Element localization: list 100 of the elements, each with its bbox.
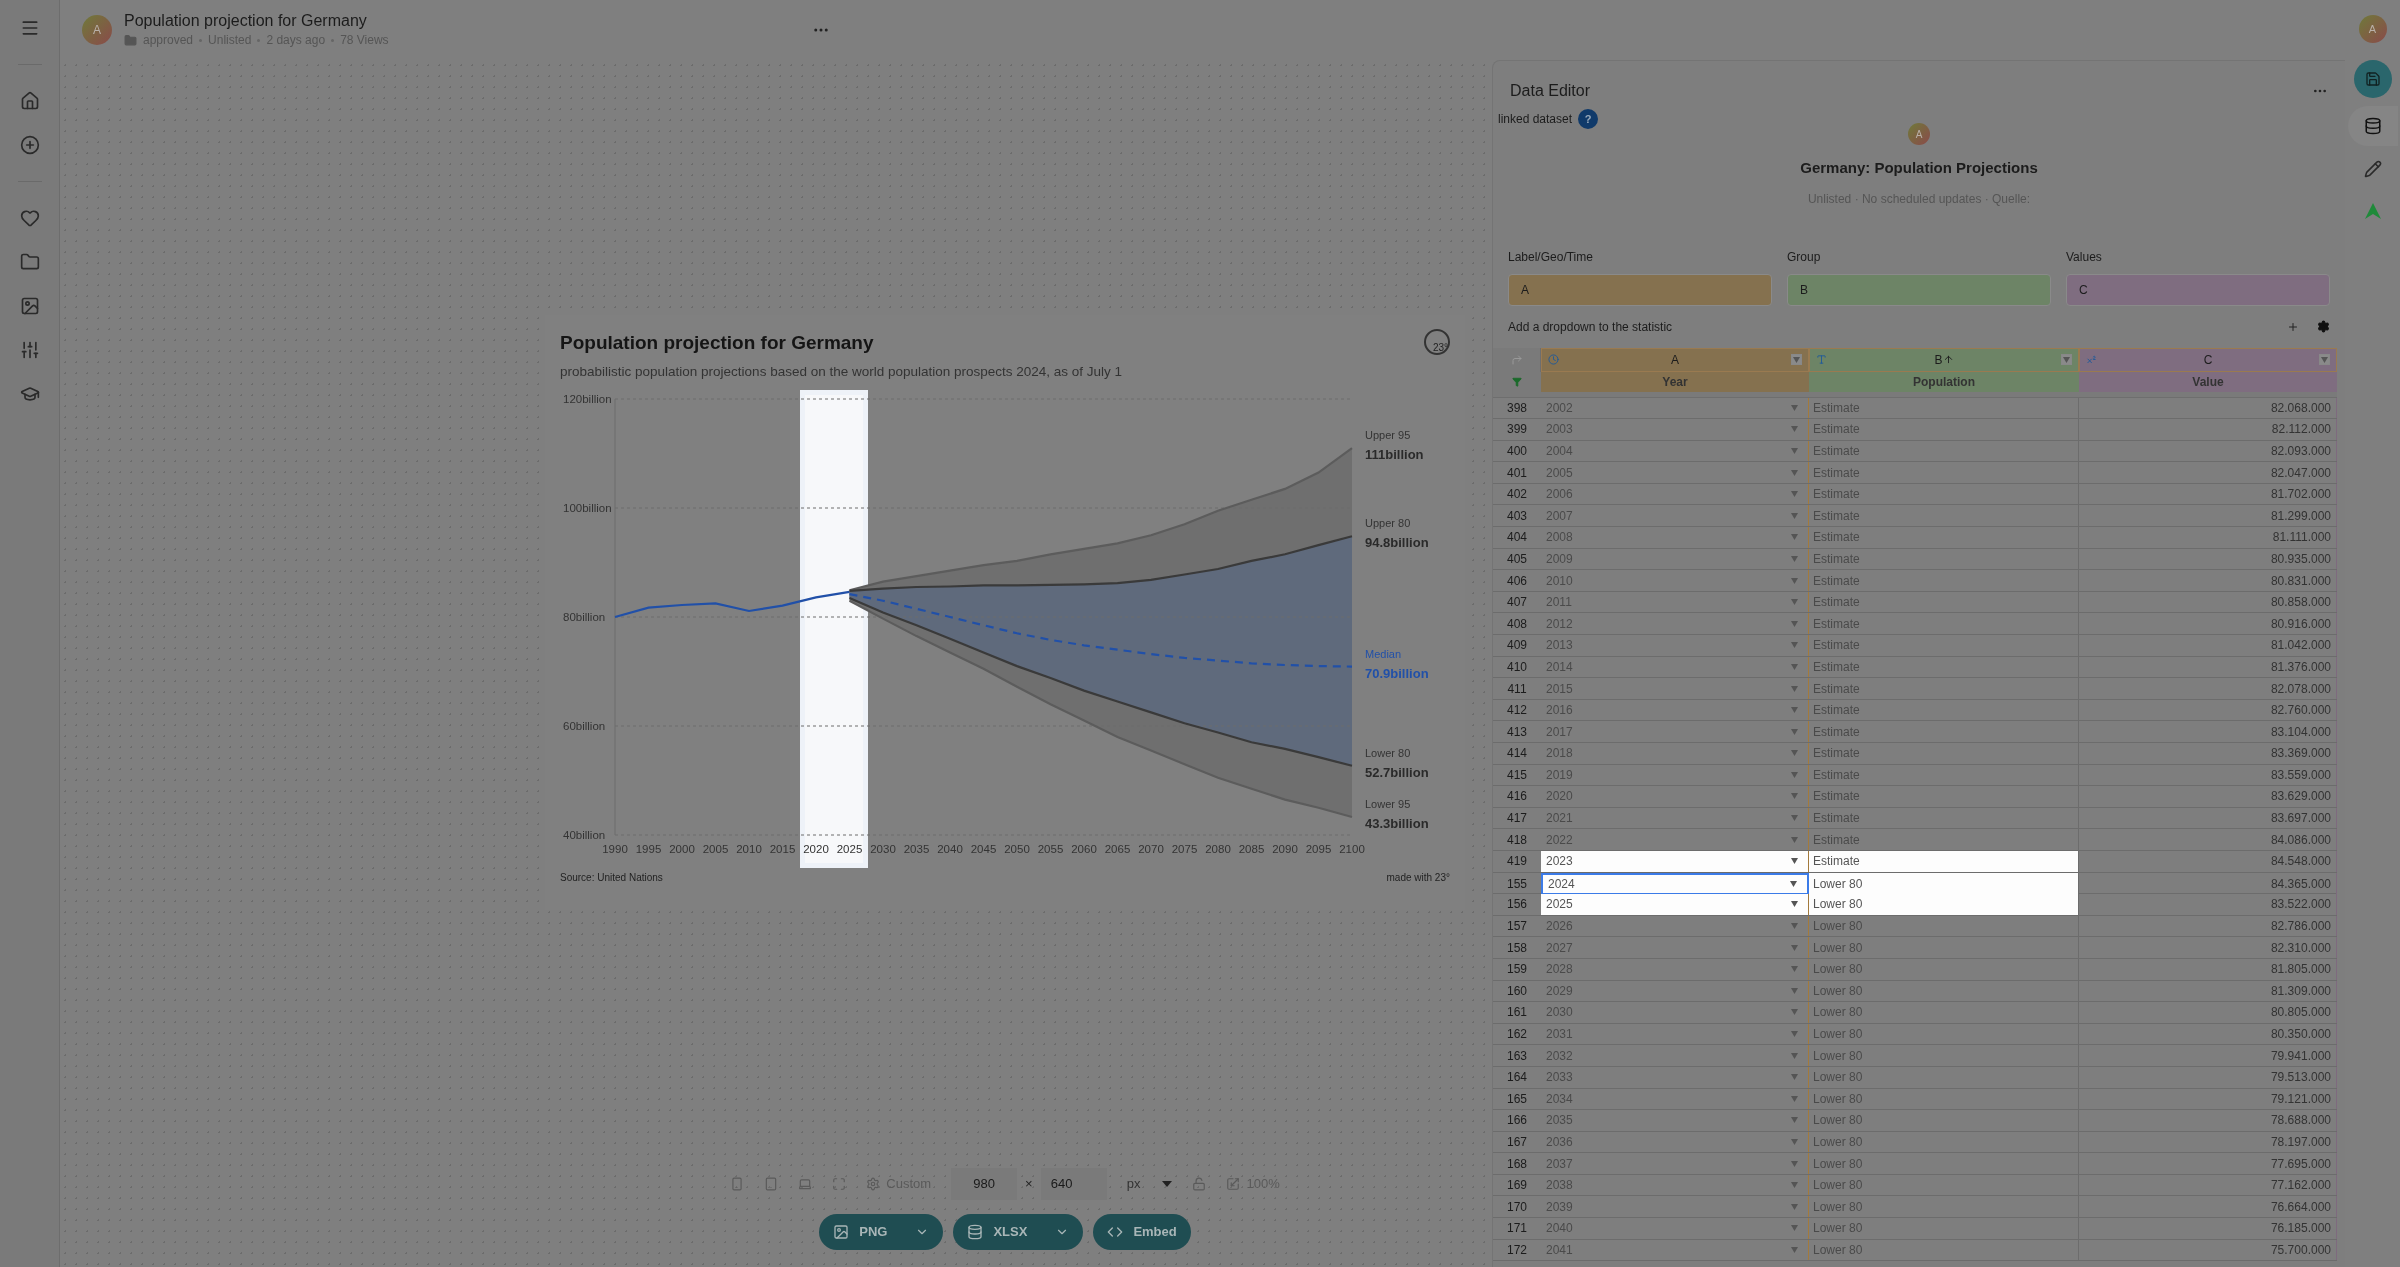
value-cell: 82.068.000 xyxy=(2079,397,2337,419)
value-cell: 82.112.000 xyxy=(2079,419,2337,440)
value-cell: 75.700.000 xyxy=(2079,1239,2337,1261)
x-axis-label: 2035 xyxy=(903,842,930,855)
group-cell: Lower 80 xyxy=(1809,872,2079,895)
row-number: 172 xyxy=(1506,1241,1528,1259)
value-cell: 81.042.000 xyxy=(2079,635,2337,656)
mapping-label: Values xyxy=(2066,248,2103,266)
value-cell: 83.522.000 xyxy=(2079,894,2337,915)
row-number: 405 xyxy=(1506,550,1528,568)
x-axis-label: 2045 xyxy=(970,842,997,855)
x-axis-label: 2025 xyxy=(836,842,863,855)
row-number: 402 xyxy=(1506,486,1528,504)
row-number: 401 xyxy=(1506,464,1528,482)
x-axis-label: 2030 xyxy=(870,842,896,855)
series-label: Lower 95 xyxy=(1365,797,1411,810)
group-cell: Lower 80 xyxy=(1809,894,2079,915)
row-number: 167 xyxy=(1506,1134,1528,1151)
row-number: 413 xyxy=(1506,723,1528,741)
row-number: 406 xyxy=(1506,572,1528,590)
x-axis-label: 2015 xyxy=(769,842,796,855)
row-number: 415 xyxy=(1506,766,1528,784)
x-axis-label: 2010 xyxy=(736,842,762,855)
row-number: 414 xyxy=(1506,745,1528,763)
series-label: Upper 80 xyxy=(1365,517,1411,530)
row-number: 400 xyxy=(1506,443,1528,460)
row-number: 410 xyxy=(1506,658,1528,676)
mapping-label: Group xyxy=(1787,248,1822,266)
row-number: 158 xyxy=(1506,939,1528,957)
series-label: Lower 80 xyxy=(1365,746,1411,759)
row-number: 404 xyxy=(1506,529,1528,547)
series-value: 111billion xyxy=(1365,446,1424,462)
row-number: 156 xyxy=(1506,896,1528,914)
row-number: 170 xyxy=(1506,1198,1528,1216)
row-number: 418 xyxy=(1506,831,1528,849)
series-value: 52.7billion xyxy=(1365,764,1429,780)
panel-title: Data Editor xyxy=(1510,81,1591,101)
dataset-title: Germany: Population Projections xyxy=(1800,158,2038,178)
row-number: 165 xyxy=(1506,1090,1528,1108)
x-axis-label: 2040 xyxy=(937,842,963,855)
value-cell: 82.093.000 xyxy=(2079,440,2337,462)
x-axis-label: 2095 xyxy=(1305,842,1332,855)
source-note: Source: United Nations xyxy=(560,870,663,885)
group-cell: Estimate xyxy=(1809,850,2079,872)
value-cell: 83.697.000 xyxy=(2079,807,2337,829)
series-label: Upper 95 xyxy=(1365,428,1411,441)
row-number: 159 xyxy=(1506,961,1528,979)
x-axis-label: 2005 xyxy=(702,842,729,855)
row-number: 168 xyxy=(1506,1155,1528,1173)
y-axis-label: 100billion xyxy=(563,501,612,514)
value-cell: 80.350.000 xyxy=(2079,1023,2337,1045)
value-cell: 84.548.000 xyxy=(2079,850,2337,872)
value-cell: 77.162.000 xyxy=(2079,1174,2337,1196)
times-sign: × xyxy=(1025,1175,1033,1194)
avatar: A xyxy=(2358,15,2387,43)
row-number: 411 xyxy=(1506,680,1528,698)
row-number: 409 xyxy=(1506,637,1528,655)
value-cell: 82.078.000 xyxy=(2079,678,2337,699)
value-cell: 80.916.000 xyxy=(2079,613,2337,635)
row-number: 163 xyxy=(1506,1047,1528,1065)
value-cell: 81.376.000 xyxy=(2079,656,2337,678)
row-number: 157 xyxy=(1506,918,1528,936)
value-cell: 82.760.000 xyxy=(2079,699,2337,721)
x-axis-label: 2050 xyxy=(1004,842,1030,855)
x-axis-label: 2090 xyxy=(1272,842,1298,855)
row-number: 412 xyxy=(1506,702,1528,720)
x-axis-label: 1990 xyxy=(602,842,628,855)
value-cell: 80.858.000 xyxy=(2079,591,2337,613)
dropdown-hint: Add a dropdown to the statistic xyxy=(1508,318,1673,336)
avatar: A xyxy=(1908,123,1930,145)
value-cell: 82.786.000 xyxy=(2079,915,2337,937)
row-number: 162 xyxy=(1506,1026,1528,1043)
value-cell: 83.629.000 xyxy=(2079,786,2337,807)
value-cell: 81.805.000 xyxy=(2079,958,2337,980)
y-axis-label: 60billion xyxy=(563,719,606,732)
row-number: 416 xyxy=(1506,788,1528,806)
x-axis-label: 2100 xyxy=(1339,842,1365,855)
row-number: 164 xyxy=(1506,1069,1528,1087)
y-axis-label: 80billion xyxy=(563,610,606,623)
avatar: A xyxy=(82,15,112,45)
value-cell: 79.121.000 xyxy=(2079,1088,2337,1110)
row-number: 407 xyxy=(1506,594,1528,612)
value-cell: 79.513.000 xyxy=(2079,1066,2337,1088)
x-axis-label: 2060 xyxy=(1071,842,1097,855)
value-cell: 83.104.000 xyxy=(2079,721,2337,742)
row-number: 171 xyxy=(1506,1220,1528,1238)
x-axis-label: 2055 xyxy=(1037,842,1064,855)
value-cell: 84.365.000 xyxy=(2079,872,2337,895)
value-cell: 81.702.000 xyxy=(2079,483,2337,505)
credit-note: made with 23° xyxy=(1386,870,1450,885)
row-number: 398 xyxy=(1506,399,1528,417)
x-axis-label: 2065 xyxy=(1104,842,1131,855)
y-axis-label: 120billion xyxy=(563,392,612,405)
row-number: 408 xyxy=(1506,615,1528,633)
logo: 23° xyxy=(1424,329,1450,355)
chart-title: Population projection for Germany xyxy=(560,331,874,355)
value-cell: 78.197.000 xyxy=(2079,1131,2337,1153)
x-axis-label: 2080 xyxy=(1205,842,1231,855)
row-number: 417 xyxy=(1506,810,1528,828)
row-number: 419 xyxy=(1506,853,1528,871)
